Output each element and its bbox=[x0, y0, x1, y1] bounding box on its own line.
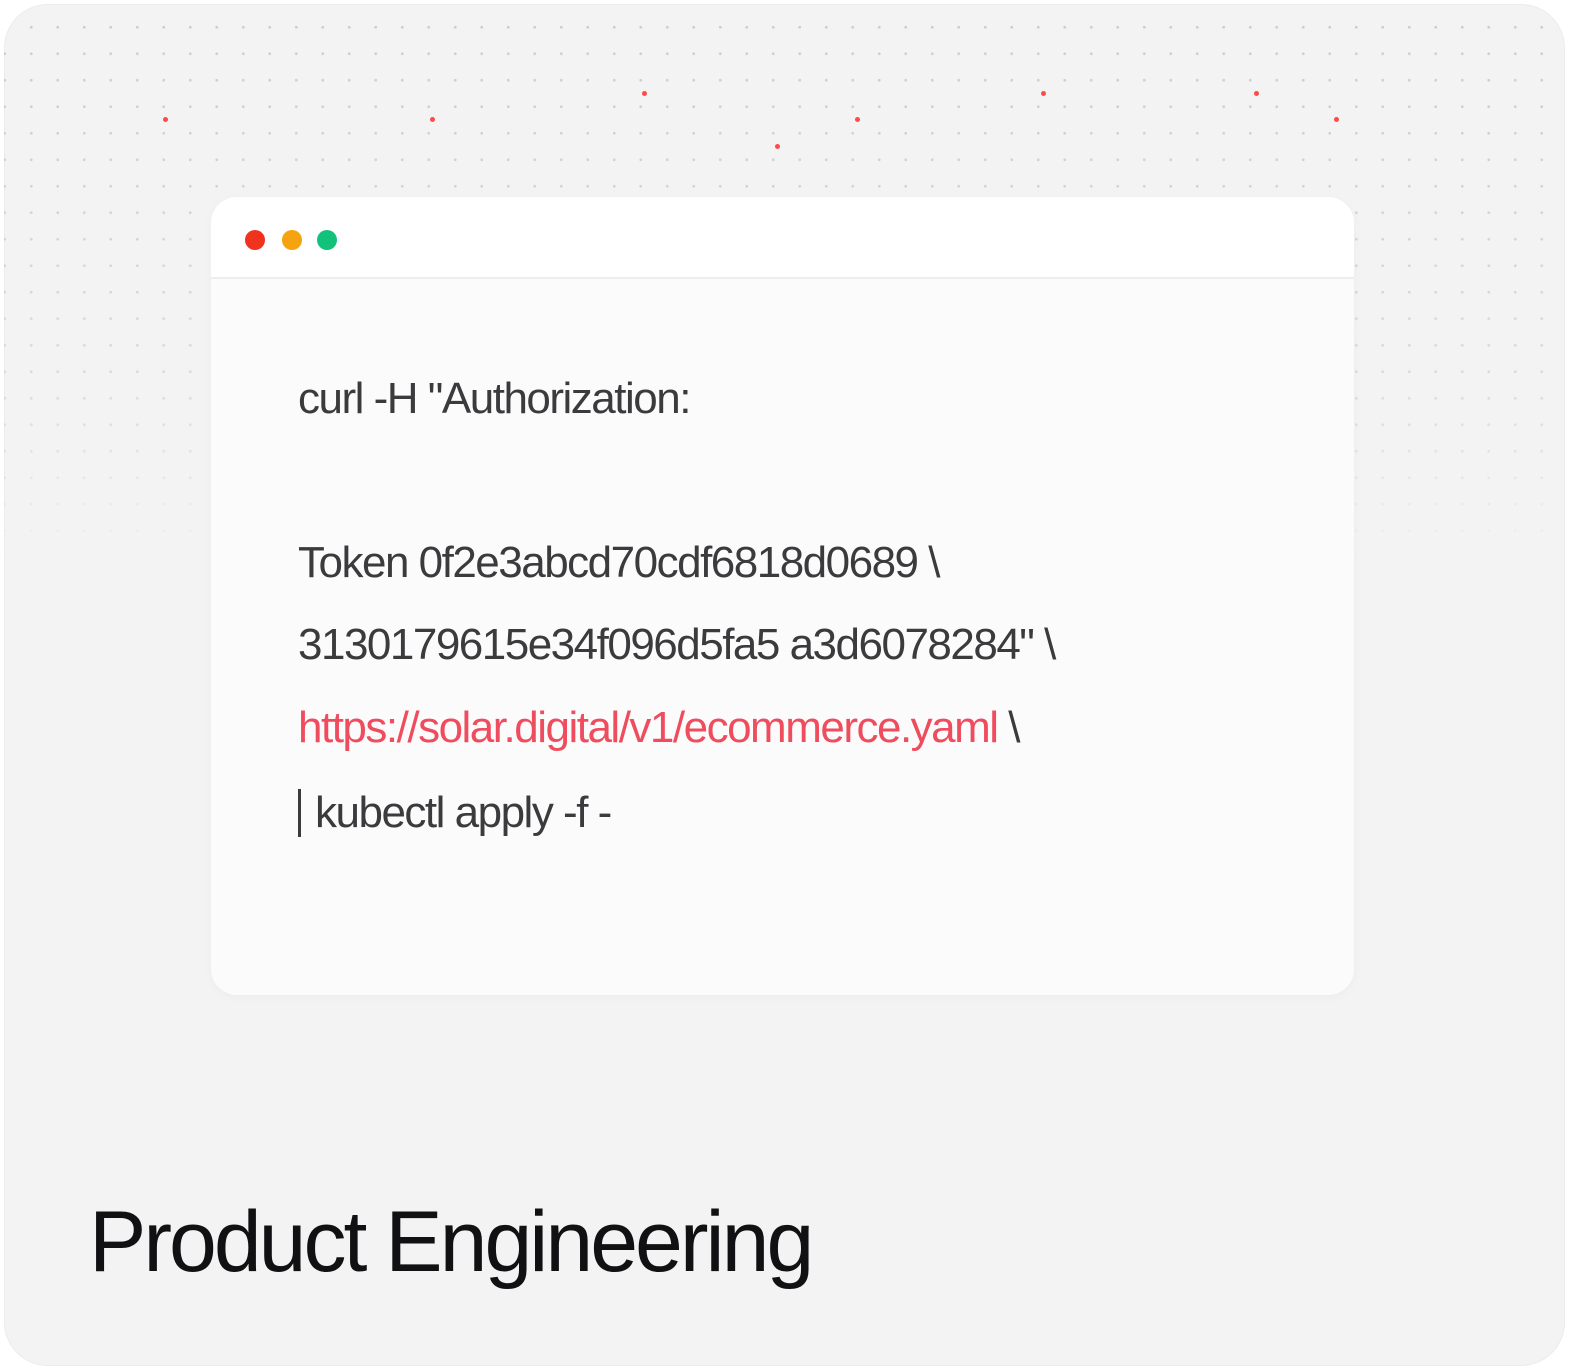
feature-card: curl -H "Authorization: Token 0f2e3abcd7… bbox=[4, 4, 1565, 1366]
accent-dot bbox=[1254, 91, 1259, 96]
accent-dot bbox=[1334, 117, 1339, 122]
code-line: https://solar.digital/v1/ecommerce.yaml … bbox=[298, 703, 1021, 752]
terminal-window: curl -H "Authorization: Token 0f2e3abcd7… bbox=[211, 197, 1354, 995]
command-text: kubectl apply -f - bbox=[315, 788, 612, 837]
pipe-cursor-icon bbox=[298, 789, 301, 837]
close-dot-icon[interactable] bbox=[245, 230, 265, 250]
accent-dot bbox=[642, 91, 647, 96]
window-titlebar bbox=[211, 197, 1354, 279]
maximize-dot-icon[interactable] bbox=[317, 230, 337, 250]
accent-dot bbox=[430, 117, 435, 122]
card-title: Product Engineering bbox=[89, 1194, 814, 1290]
code-line: kubectl apply -f - bbox=[298, 788, 612, 837]
accent-dot bbox=[1041, 91, 1046, 96]
accent-dot bbox=[775, 144, 780, 149]
code-line: 3130179615e34f096d5fa5 a3d6078284" \ bbox=[298, 620, 1056, 669]
line-continuation: \ bbox=[997, 703, 1020, 752]
accent-dot bbox=[855, 117, 860, 122]
url-link[interactable]: https://solar.digital/v1/ecommerce.yaml bbox=[298, 703, 999, 752]
code-line: Token 0f2e3abcd70cdf6818d0689 \ bbox=[298, 538, 940, 587]
minimize-dot-icon[interactable] bbox=[282, 230, 302, 250]
accent-dot bbox=[163, 117, 168, 122]
code-line: curl -H "Authorization: bbox=[298, 374, 691, 423]
